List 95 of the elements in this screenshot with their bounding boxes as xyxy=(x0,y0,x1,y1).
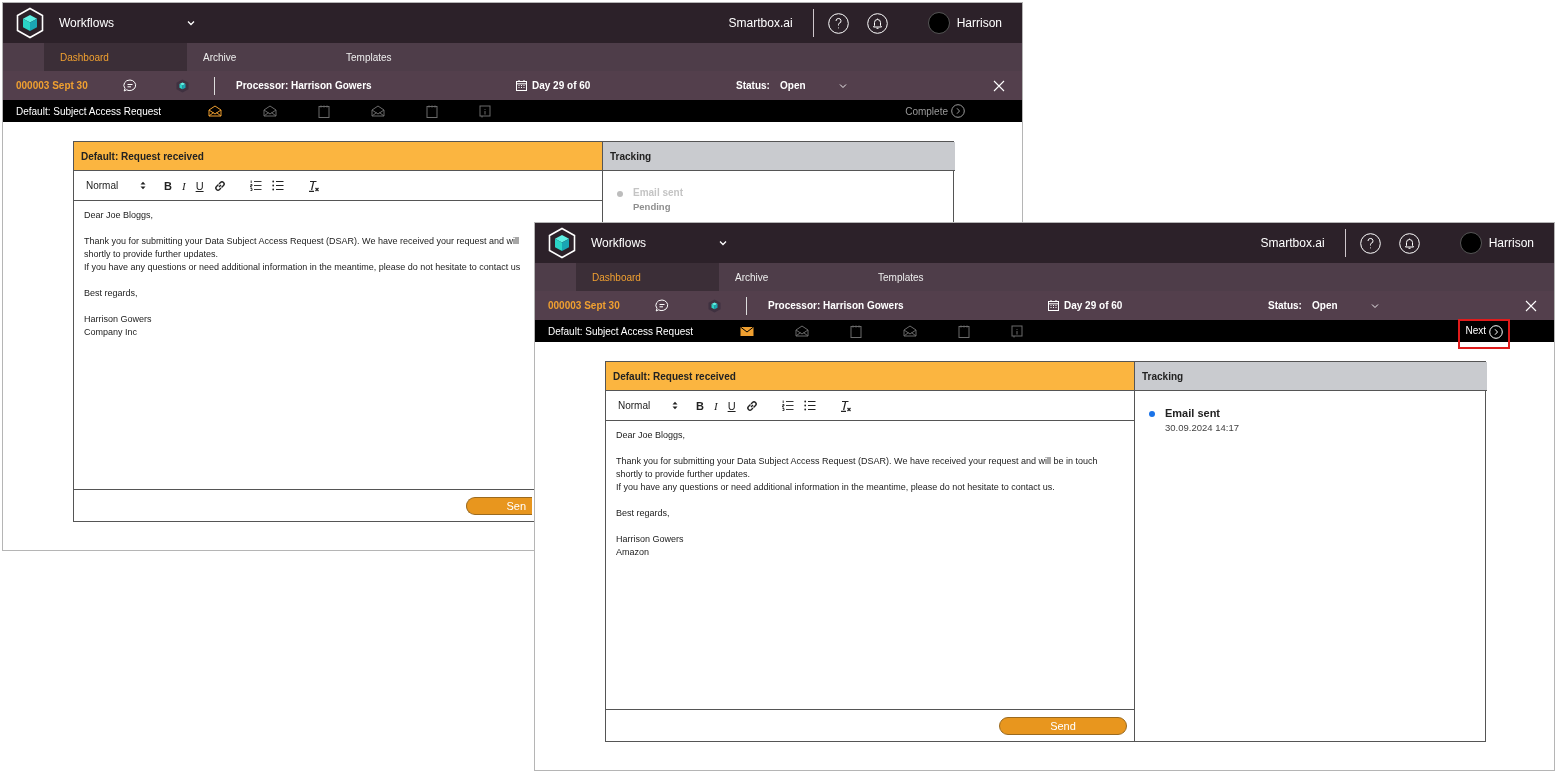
format-select[interactable]: Normal xyxy=(618,400,678,411)
up-down-arrows-icon xyxy=(672,401,678,410)
text-line: shortly to provide further updates. xyxy=(84,248,219,261)
day-counter: Day 29 of 60 xyxy=(1064,300,1123,311)
day-counter: Day 29 of 60 xyxy=(532,80,591,91)
close-icon[interactable] xyxy=(1525,299,1537,312)
cube-logo-icon xyxy=(547,227,577,259)
text-line: Thank you for submitting your Data Subject Access Request (DSAR). We have received your request and will be in touch xyxy=(616,455,1098,468)
chat-bubble-icon[interactable] xyxy=(655,299,669,312)
workflow-name: Default: Subject Access Request xyxy=(16,105,163,117)
text-line: Dear Joe Bloggs, xyxy=(84,209,154,222)
underline-button[interactable]: U xyxy=(727,399,736,412)
up-down-arrows-icon xyxy=(140,181,146,190)
app-title[interactable]: Workflows xyxy=(59,16,187,30)
help-icon[interactable] xyxy=(1359,232,1381,254)
case-id: 000003 Sept 30 xyxy=(548,300,621,311)
calendar-icon xyxy=(1048,300,1059,311)
underline-button[interactable]: U xyxy=(195,179,204,192)
notepad-icon[interactable] xyxy=(958,324,970,338)
event-detail: 30.09.2024 14:17 xyxy=(1165,422,1239,433)
bullet-list-icon[interactable] xyxy=(803,400,816,411)
close-icon[interactable] xyxy=(993,79,1005,92)
next-step-button[interactable]: Next xyxy=(1458,319,1510,349)
chevron-down-icon[interactable] xyxy=(719,240,727,246)
tracking-title: Tracking xyxy=(1135,362,1487,391)
chevron-down-icon[interactable] xyxy=(187,20,195,26)
bullet-list-icon[interactable] xyxy=(271,180,284,191)
clear-format-icon[interactable] xyxy=(839,399,852,412)
text-line: Dear Joe Bloggs, xyxy=(616,429,686,442)
status-label: Status: xyxy=(736,80,771,91)
open-envelope-icon[interactable] xyxy=(263,105,277,117)
notification-bell-icon[interactable] xyxy=(866,12,888,34)
clear-format-icon[interactable] xyxy=(307,179,320,192)
nav-tab[interactable]: Archive xyxy=(719,263,862,291)
bold-button[interactable]: B xyxy=(696,399,704,412)
app-title[interactable]: Workflows xyxy=(591,236,719,250)
envelope-icon[interactable] xyxy=(740,325,754,337)
nav-tab[interactable]: Templates xyxy=(330,43,473,71)
text-line: If you have any questions or need additional information in the meantime, please do not hesitate to contact us xyxy=(84,261,521,274)
text-line: Harrison Gowers xyxy=(616,533,684,546)
chevron-right-circle-icon xyxy=(1489,325,1503,339)
open-envelope-icon[interactable] xyxy=(903,325,917,337)
notification-bell-icon[interactable] xyxy=(1398,232,1420,254)
text-line: Thank you for submitting your Data Subject Access Request (DSAR). We have received your request and will xyxy=(84,235,520,248)
brand-name: Smartbox.ai xyxy=(1260,236,1325,250)
open-envelope-icon[interactable] xyxy=(371,105,385,117)
text-line: Best regards, xyxy=(616,507,670,520)
event-detail: Pending xyxy=(633,201,672,212)
chat-bubble-icon[interactable] xyxy=(123,79,137,92)
case-id: 000003 Sept 30 xyxy=(16,80,89,91)
editor-title: Default: Request received xyxy=(606,362,1134,391)
italic-button[interactable]: I xyxy=(181,179,186,192)
numbered-list-icon[interactable] xyxy=(249,180,262,191)
bold-button[interactable]: B xyxy=(164,179,172,192)
processor-label: Processor: Harrison Gowers xyxy=(768,300,905,311)
help-icon[interactable] xyxy=(827,12,849,34)
text-line: shortly to provide further updates. xyxy=(616,468,751,481)
tracking-title: Tracking xyxy=(603,142,955,171)
status-label: Status: xyxy=(1268,300,1303,311)
info-icon[interactable] xyxy=(1011,324,1023,338)
notepad-icon[interactable] xyxy=(426,104,438,118)
user-name[interactable]: Harrison xyxy=(956,16,1002,30)
text-line: Company Inc xyxy=(84,326,138,339)
calendar-icon xyxy=(516,80,527,91)
italic-button[interactable]: I xyxy=(713,399,718,412)
link-icon[interactable] xyxy=(745,399,758,412)
status-dropdown[interactable]: Open xyxy=(1312,300,1371,311)
nav-tab[interactable]: Dashboard xyxy=(576,263,719,291)
numbered-list-icon[interactable] xyxy=(781,400,794,411)
link-icon[interactable] xyxy=(213,179,226,192)
event-title: Email sent xyxy=(633,187,684,198)
open-envelope-icon[interactable] xyxy=(795,325,809,337)
cube-logo-icon xyxy=(15,7,45,39)
cube-icon[interactable] xyxy=(176,78,189,93)
open-envelope-icon[interactable] xyxy=(208,105,222,117)
status-dropdown[interactable]: Open xyxy=(780,80,839,91)
info-icon[interactable] xyxy=(479,104,491,118)
format-select[interactable]: Normal xyxy=(86,180,146,191)
nav-tab[interactable]: Dashboard xyxy=(44,43,187,71)
user-name[interactable]: Harrison xyxy=(1488,236,1534,250)
notepad-icon[interactable] xyxy=(850,324,862,338)
nav-tab[interactable]: Templates xyxy=(862,263,1005,291)
brand-name: Smartbox.ai xyxy=(728,16,793,30)
text-line: Amazon xyxy=(616,546,650,559)
workflow-name: Default: Subject Access Request xyxy=(548,325,695,337)
text-line: Harrison Gowers xyxy=(84,313,152,326)
text-line: Best regards, xyxy=(84,287,138,300)
chevron-right-circle-icon xyxy=(951,104,965,118)
text-line: If you have any questions or need additional information in the meantime, please do not hesitate to contact us. xyxy=(616,481,1055,494)
processor-label: Processor: Harrison Gowers xyxy=(236,80,373,91)
cube-icon[interactable] xyxy=(708,298,721,313)
nav-tab[interactable]: Archive xyxy=(187,43,330,71)
notepad-icon[interactable] xyxy=(318,104,330,118)
event-title: Email sent xyxy=(1165,407,1222,419)
editor-title: Default: Request received xyxy=(74,142,602,171)
